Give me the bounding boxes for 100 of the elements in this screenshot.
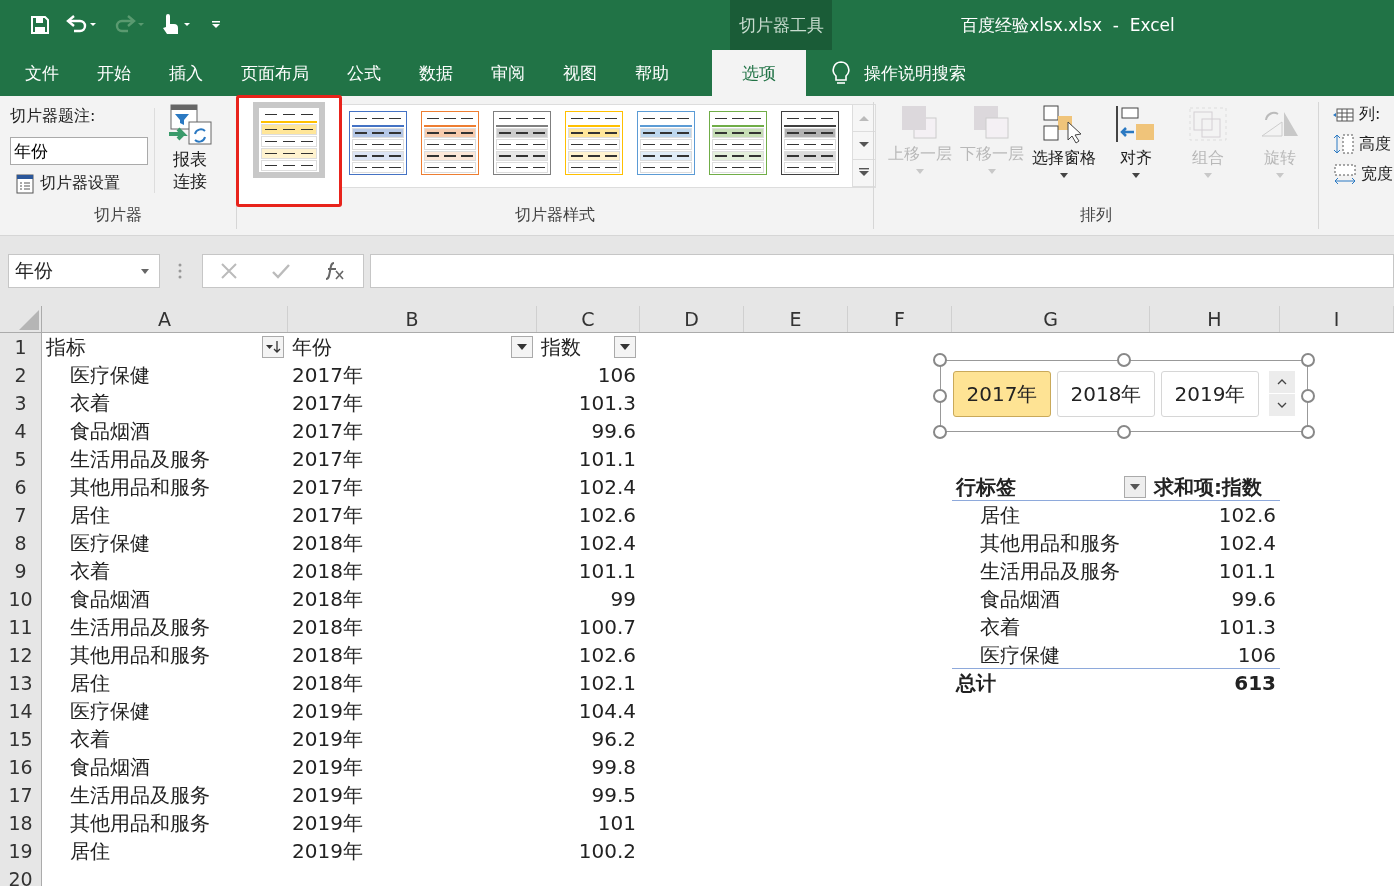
group-label: 切片器 [93, 205, 143, 226]
size-label[interactable]: 高度 [1359, 133, 1391, 155]
filter-button[interactable] [614, 336, 636, 358]
column-header[interactable]: D [640, 306, 744, 332]
table-cell-text: 2017年 [292, 446, 363, 473]
pivot-value: 101.3 [1218, 614, 1276, 641]
table-cell-text: 2018年 [292, 670, 363, 697]
column-header[interactable]: H [1150, 306, 1280, 332]
table-cell-text: 104.4 [578, 698, 636, 725]
ribbon-tab[interactable]: 文件 [6, 50, 78, 96]
row-header[interactable]: 13 [0, 669, 42, 697]
resize-handle[interactable] [1301, 353, 1315, 367]
resize-handle[interactable] [1117, 425, 1131, 439]
enter-check-icon[interactable] [271, 262, 291, 280]
bring-forward-icon [900, 104, 940, 140]
row-header[interactable]: 3 [0, 389, 42, 417]
row-header[interactable]: 15 [0, 725, 42, 753]
table-cell-text: 101.3 [578, 390, 636, 417]
filter-button[interactable] [1124, 475, 1146, 498]
undo-icon[interactable] [64, 15, 98, 35]
row-header[interactable]: 11 [0, 613, 42, 641]
filter-button[interactable] [262, 336, 284, 358]
column-header[interactable]: F [848, 306, 952, 332]
dropdown-caret-icon [1060, 173, 1068, 178]
table-cell-text: 2018年 [292, 530, 363, 557]
name-box[interactable]: 年份 [8, 254, 160, 288]
caption-field[interactable]: 年份 [10, 137, 148, 165]
resize-handle[interactable] [1301, 389, 1315, 403]
down-arrow-icon [859, 142, 869, 149]
report-connections-button[interactable]: 报表 连接 [163, 96, 217, 205]
slicer-style-thumbnail[interactable] [349, 111, 407, 175]
row-header[interactable]: 8 [0, 529, 42, 557]
row-header[interactable]: 10 [0, 585, 42, 613]
slicer-item[interactable]: 2018年 [1057, 371, 1155, 417]
ribbon-tab[interactable]: 数据 [400, 50, 472, 96]
ribbon-tab[interactable]: 选项 [712, 50, 806, 96]
gallery-down-button[interactable] [853, 132, 875, 160]
arrange-button[interactable]: 对齐 [1102, 104, 1170, 205]
filter-button[interactable] [511, 336, 533, 358]
row-header[interactable]: 6 [0, 473, 42, 501]
resize-handle[interactable] [1117, 353, 1131, 367]
column-header[interactable]: G [952, 306, 1150, 332]
row-header[interactable]: 9 [0, 557, 42, 585]
arrange-button[interactable]: 选择窗格 [1030, 104, 1098, 205]
ribbon-tab[interactable]: 插入 [150, 50, 222, 96]
row-header[interactable]: 2 [0, 361, 42, 389]
save-icon[interactable] [30, 15, 50, 35]
row-header[interactable]: 4 [0, 417, 42, 445]
pivot-row-label: 行标签 [956, 473, 1016, 500]
pivot-value: 102.6 [1218, 502, 1276, 529]
column-header[interactable]: I [1280, 306, 1394, 332]
pivot-row-item: 食品烟酒 [979, 586, 1060, 613]
slicer-frame[interactable]: 2017年 2018年 2019年 [940, 360, 1308, 432]
row-header[interactable]: 12 [0, 641, 42, 669]
pivot-row-item: 居住 [979, 502, 1020, 529]
row-header[interactable]: 7 [0, 501, 42, 529]
row-header[interactable]: 17 [0, 781, 42, 809]
slicer-style-thumbnail[interactable] [421, 111, 479, 175]
tell-me-search[interactable]: 操作说明搜索 [852, 50, 966, 96]
table-cell-text: 2018年 [292, 558, 363, 585]
customize-icon[interactable] [210, 19, 222, 31]
row-header[interactable]: 1 [0, 333, 42, 361]
size-label[interactable]: 列: [1359, 104, 1381, 125]
ribbon-tab[interactable]: 开始 [78, 50, 150, 96]
row-header[interactable]: 18 [0, 809, 42, 837]
resize-handle[interactable] [933, 353, 947, 367]
row-header[interactable]: 5 [0, 445, 42, 473]
formula-field[interactable] [370, 254, 1394, 288]
slicer-style-thumbnail[interactable] [493, 111, 551, 175]
pivot-value-label: 求和项:指数 [1154, 473, 1262, 500]
table-cell-text: 食品烟酒 [69, 754, 150, 781]
resize-handle[interactable] [1301, 425, 1315, 439]
ribbon-tab[interactable]: 帮助 [616, 50, 688, 96]
slicer-settings-button[interactable]: 切片器设置 [10, 169, 148, 198]
column-header[interactable]: B [288, 306, 537, 332]
slicer-item[interactable]: 2019年 [1161, 371, 1259, 417]
table-cell-text: 2018年 [292, 614, 363, 641]
size-label[interactable]: 宽度 [1361, 163, 1393, 185]
table-cell-text: 生活用品及服务 [69, 782, 210, 809]
insert-function-icon[interactable] [324, 261, 347, 281]
slicer-style-thumbnail[interactable] [637, 111, 695, 175]
height-icon [1333, 133, 1355, 155]
column-header[interactable]: A [42, 306, 288, 332]
slicer-style-thumbnail[interactable] [709, 111, 767, 175]
ribbon-tab[interactable]: 视图 [544, 50, 616, 96]
ribbon-tab[interactable]: 公式 [328, 50, 400, 96]
row-header[interactable]: 19 [0, 837, 42, 865]
row-header[interactable]: 20 [0, 865, 42, 886]
column-header[interactable]: C [537, 306, 640, 332]
column-header[interactable]: E [744, 306, 848, 332]
slicer-style-thumbnail[interactable] [781, 111, 839, 175]
resize-handle[interactable] [933, 425, 947, 439]
row-header[interactable]: 14 [0, 697, 42, 725]
row-header[interactable]: 16 [0, 753, 42, 781]
chevron-up-icon [1277, 379, 1287, 385]
ribbon-tab[interactable]: 页面布局 [222, 50, 328, 96]
ribbon-tab[interactable]: 审阅 [472, 50, 544, 96]
slicer-item[interactable]: 2017年 [953, 371, 1051, 417]
drag-handle-icon[interactable] [178, 263, 182, 279]
resize-handle[interactable] [933, 389, 947, 403]
